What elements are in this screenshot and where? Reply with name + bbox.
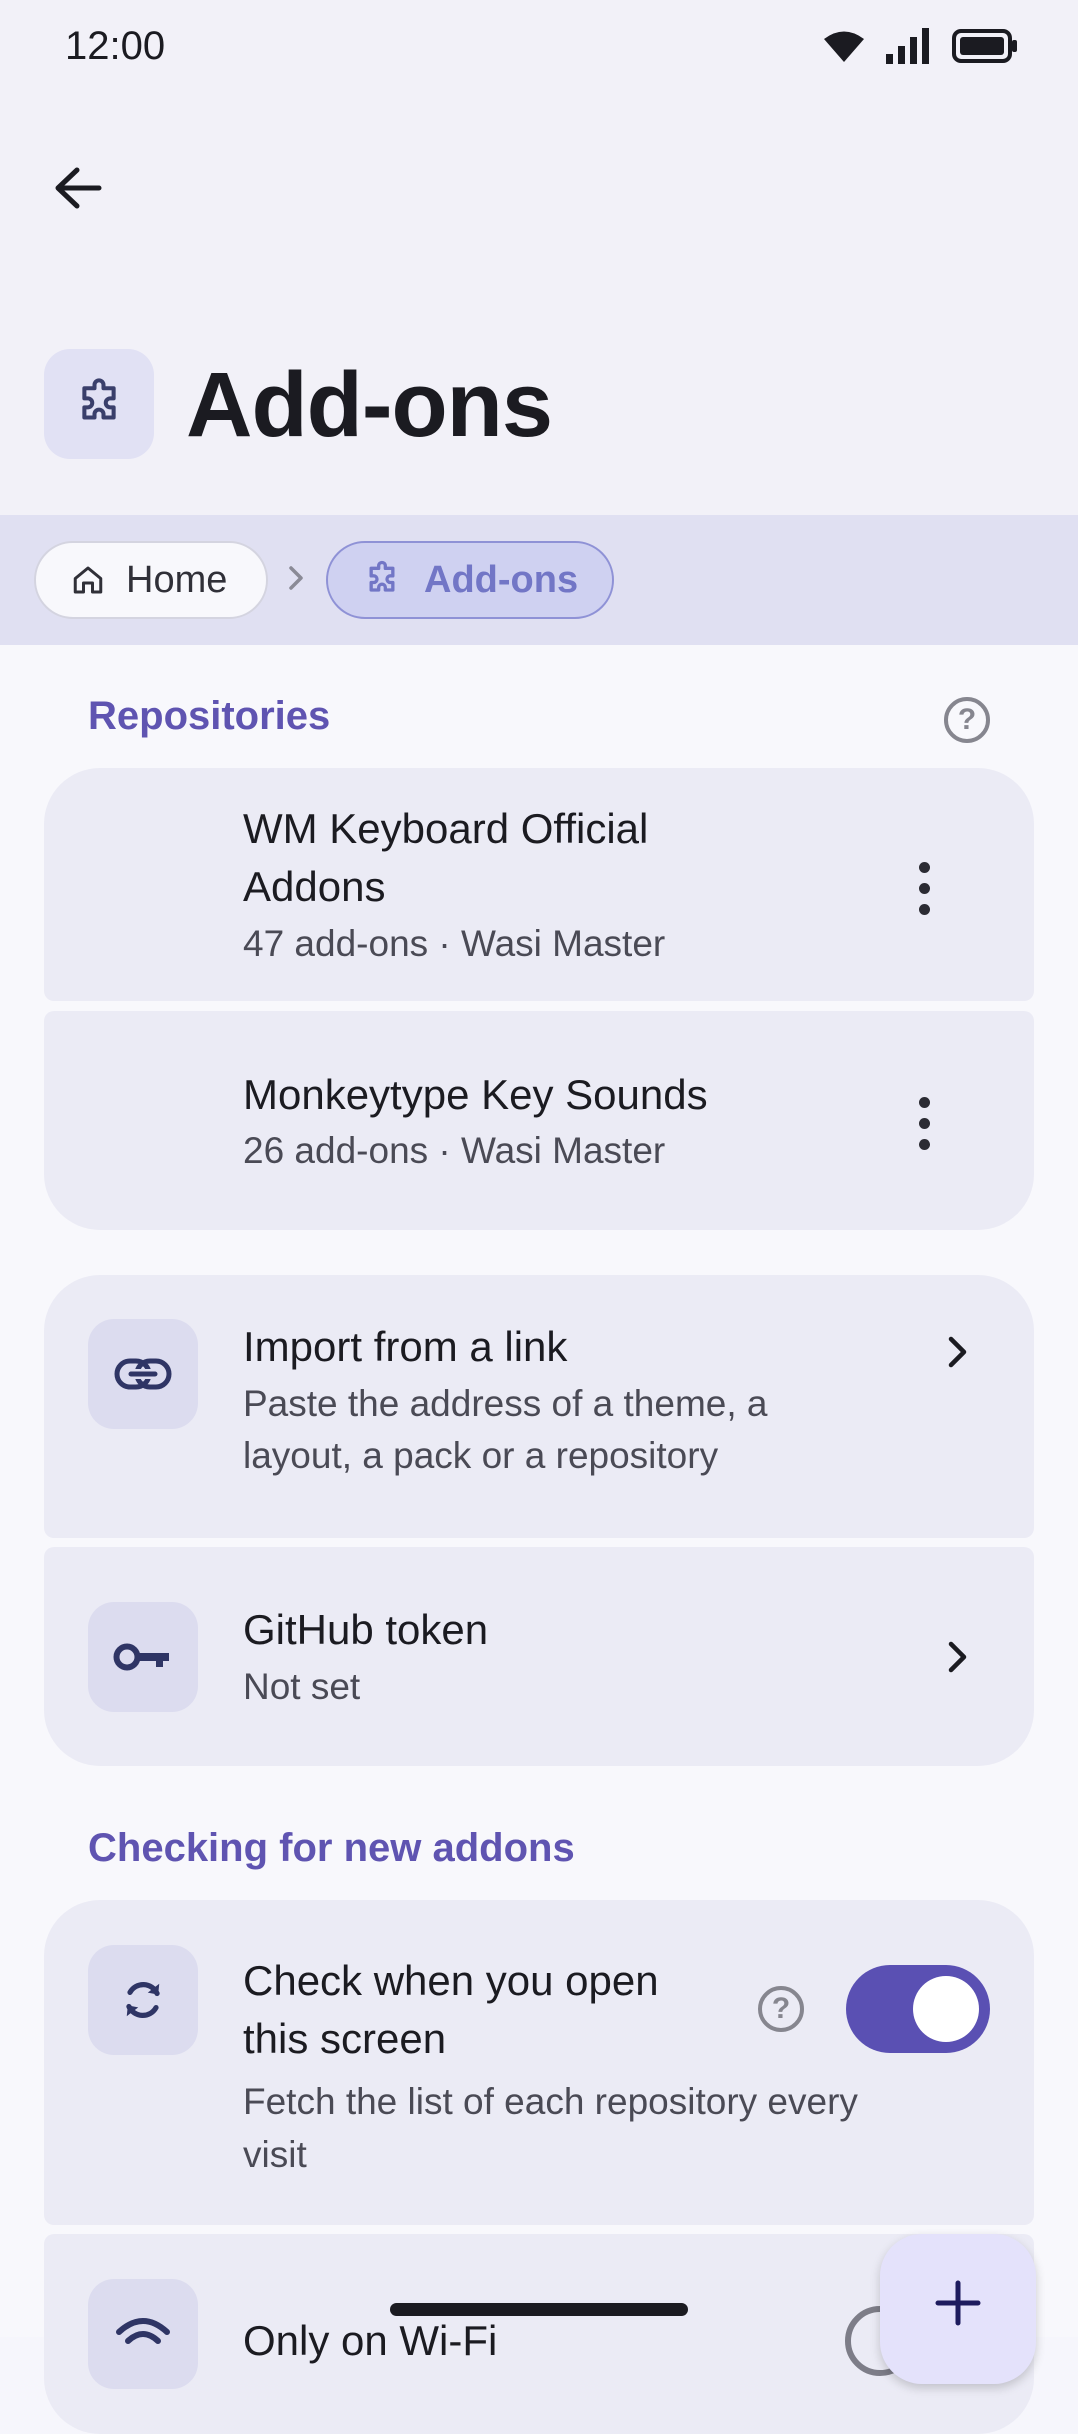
repository-subtitle: 26 add-ons · Wasi Master xyxy=(243,1130,666,1171)
check-on-open-title-line1: Check when you open xyxy=(243,1957,659,2004)
github-token-title: GitHub token xyxy=(243,1606,489,1653)
toggle-knob xyxy=(913,1976,979,2042)
repository-title-line1: WM Keyboard Official xyxy=(243,805,649,852)
check-on-open-title-line2: this screen xyxy=(243,2015,447,2062)
key-icon-box xyxy=(88,1602,198,1712)
chevron-right-icon xyxy=(289,566,303,590)
sync-icon-box xyxy=(88,1945,198,2055)
help-icon[interactable]: ? xyxy=(944,697,990,743)
puzzle-icon xyxy=(369,560,395,592)
back-button[interactable] xyxy=(40,150,116,226)
repository-title-line2: Addons xyxy=(243,863,386,910)
home-indicator xyxy=(390,2303,688,2316)
more-vert-icon[interactable] xyxy=(914,862,934,915)
check-on-open-item[interactable] xyxy=(44,1900,1034,2225)
wifi-status-icon xyxy=(824,31,864,62)
link-icon-box xyxy=(88,1319,198,1429)
import-link-subtitle-line2: layout, a pack or a repository xyxy=(243,1435,719,1476)
arrow-back-icon xyxy=(55,167,102,209)
check-on-open-toggle[interactable] xyxy=(846,1965,990,2053)
key-icon xyxy=(113,1643,169,1671)
title-icon-box xyxy=(44,349,154,459)
battery-icon xyxy=(952,29,1017,63)
breadcrumb-addons-label: Add-ons xyxy=(424,558,579,601)
home-icon xyxy=(73,566,103,594)
page-title: Add-ons xyxy=(186,354,553,456)
wifi-icon xyxy=(116,2318,170,2344)
more-vert-icon[interactable] xyxy=(914,1097,934,1150)
import-link-title: Import from a link xyxy=(243,1323,568,1370)
github-token-subtitle: Not set xyxy=(243,1666,361,1707)
link-icon xyxy=(114,1358,172,1390)
wifi-icon-box xyxy=(88,2279,198,2389)
status-icons xyxy=(824,28,1018,64)
repository-subtitle: 47 add-ons · Wasi Master xyxy=(243,923,666,964)
breadcrumb-separator xyxy=(283,560,309,601)
check-on-open-subtitle-line2: visit xyxy=(243,2134,307,2175)
repository-title: Monkeytype Key Sounds xyxy=(243,1071,708,1118)
breadcrumb-addons-chip[interactable]: Add-ons xyxy=(326,541,614,619)
section-title-checking: Checking for new addons xyxy=(88,1826,575,1870)
signal-icon xyxy=(886,28,929,64)
breadcrumb-home-label: Home xyxy=(126,558,228,601)
wifi-only-title: Only on Wi-Fi xyxy=(243,2317,498,2364)
status-time: 12:00 xyxy=(65,24,166,68)
add-fab-button[interactable] xyxy=(880,2234,1036,2384)
chevron-right-icon xyxy=(944,1637,972,1682)
check-on-open-subtitle-line1: Fetch the list of each repository every xyxy=(243,2081,858,2122)
breadcrumb-home-chip[interactable]: Home xyxy=(34,541,268,619)
sync-icon xyxy=(126,1982,160,2018)
chevron-right-icon xyxy=(944,1332,972,1377)
import-link-subtitle-line1: Paste the address of a theme, a xyxy=(243,1383,768,1424)
help-icon[interactable]: ? xyxy=(758,1986,804,2032)
puzzle-icon xyxy=(82,378,116,420)
section-title-repositories: Repositories xyxy=(88,694,331,738)
plus-icon xyxy=(935,2280,981,2326)
